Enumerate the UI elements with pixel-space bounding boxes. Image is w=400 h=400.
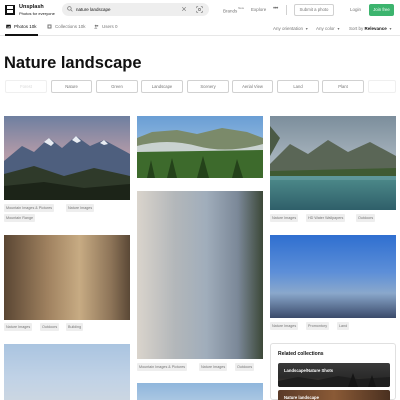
nav-brands-link[interactable]: BrandsNew [223, 6, 244, 14]
orientation-filter[interactable]: Any orientation ▼ [273, 26, 309, 31]
chevron-down-icon: ▼ [336, 27, 341, 31]
sort-filter[interactable]: Sort by Relevance ▼ [349, 26, 392, 31]
tab-collections[interactable]: Collections 10k [47, 24, 86, 29]
photo-mountain-range[interactable] [4, 116, 130, 200]
chip-nature[interactable]: Nature [51, 80, 92, 93]
chip-scenery[interactable]: Scenery [187, 80, 229, 93]
photo-tag[interactable]: Outdoors [40, 323, 60, 331]
tab-photos[interactable]: Photos 10k [6, 24, 37, 29]
collection-title[interactable]: Nature landscape [284, 395, 319, 400]
search-bar[interactable]: nature landscape [62, 3, 209, 16]
photo-icon [6, 24, 11, 29]
photo-tag[interactable]: HD Water Wallpapers [306, 214, 346, 222]
collection-card-nature-landscape[interactable]: Nature landscape [278, 390, 390, 400]
users-icon [94, 24, 99, 29]
photo-tag[interactable]: Outdoors [356, 214, 376, 222]
photo-tag[interactable]: Promontory [306, 322, 330, 330]
chevron-down-icon: ▼ [305, 27, 309, 31]
results-tabs-bar: Photos 10k Collections 10k Users 0 Any o… [0, 20, 400, 36]
search-input[interactable]: nature landscape [76, 7, 111, 12]
tab-collections-label[interactable]: Collections 10k [55, 24, 86, 29]
sort-value[interactable]: Relevance [365, 26, 387, 31]
photo-tropical-valley[interactable] [137, 116, 263, 178]
color-filter[interactable]: Any color ▼ [316, 26, 340, 31]
submit-photo-button[interactable]: Submit a photo [294, 4, 334, 16]
lake-mountains-image [270, 116, 396, 210]
mountain-range-image [4, 116, 130, 200]
top-header: Unsplash Photos for everyone nature land… [0, 0, 400, 20]
brand-tagline: Photos for everyone [19, 11, 55, 16]
chip-land[interactable]: Land [277, 80, 319, 93]
photo-tag[interactable]: Outdoors [235, 363, 255, 371]
photo-tag[interactable]: Mountain Range [4, 214, 36, 222]
chip-plant[interactable]: Plant [322, 80, 364, 93]
orientation-filter-label[interactable]: Any orientation [273, 26, 303, 31]
collection-title[interactable]: Landscape/Nature Shots [284, 368, 333, 373]
nav-explore-link[interactable]: Explore [251, 7, 266, 12]
join-free-button[interactable]: Join free [369, 4, 394, 16]
unsplash-logo-icon[interactable] [5, 5, 15, 15]
search-icon[interactable] [67, 6, 73, 12]
photo-blurred-landscape[interactable] [137, 191, 263, 359]
photo-tag[interactable]: Mountain Images & Pictures [137, 363, 188, 371]
new-badge: New [238, 6, 244, 10]
login-link[interactable]: Login [350, 7, 361, 12]
photo-blurred-building[interactable] [4, 235, 130, 320]
chevron-down-icon: ▼ [388, 27, 393, 31]
photo-blurred-sky[interactable] [4, 344, 130, 400]
collection-icon [47, 24, 52, 29]
tab-users-label[interactable]: Users 0 [102, 24, 118, 29]
photo-tag[interactable]: Mountain Images & Pictures [4, 204, 55, 212]
collection-card-landscape-nature[interactable]: Landscape/Nature Shots [278, 363, 390, 387]
collection-cover-image [278, 373, 390, 387]
photo-blurred-sky-2[interactable] [137, 383, 263, 400]
close-icon[interactable] [181, 6, 187, 12]
chip-green[interactable]: Green [96, 80, 138, 93]
related-collections-panel: Related collections Landscape/Nature Sho… [270, 343, 396, 400]
sort-prefix: Sort by [349, 26, 364, 31]
active-tab-indicator [5, 34, 38, 36]
photo-tag[interactable]: Land [337, 322, 350, 330]
nav-brands-label[interactable]: Brands [223, 9, 237, 14]
related-collections-title: Related collections [278, 351, 324, 357]
tab-users[interactable]: Users 0 [94, 24, 118, 29]
tab-photos-label[interactable]: Photos 10k [14, 24, 37, 29]
color-filter-label[interactable]: Any color [316, 26, 335, 31]
chip-forest[interactable]: Forest [5, 80, 47, 93]
page-title: Nature landscape [4, 54, 142, 72]
chip-overflow[interactable] [368, 80, 396, 93]
more-icon[interactable]: ••• [273, 6, 278, 12]
photo-tag[interactable]: Nature Images [270, 322, 299, 330]
photo-tag[interactable]: Nature Images [66, 204, 95, 212]
photo-lake-mountains[interactable] [270, 116, 396, 210]
brand-name[interactable]: Unsplash [19, 4, 44, 10]
photo-tag[interactable]: Building [66, 323, 84, 331]
photo-tag[interactable]: Nature Images [4, 323, 33, 331]
photo-tag[interactable]: Nature Images [270, 214, 299, 222]
visual-search-icon[interactable] [196, 6, 203, 13]
photo-tag[interactable]: Nature Images [199, 363, 228, 371]
chip-aerial-view[interactable]: Aerial View [232, 80, 273, 93]
header-divider [286, 5, 287, 15]
photo-blurred-promontory[interactable] [270, 235, 396, 318]
chip-landscape[interactable]: Landscape [141, 80, 183, 93]
tropical-valley-image [137, 116, 263, 178]
